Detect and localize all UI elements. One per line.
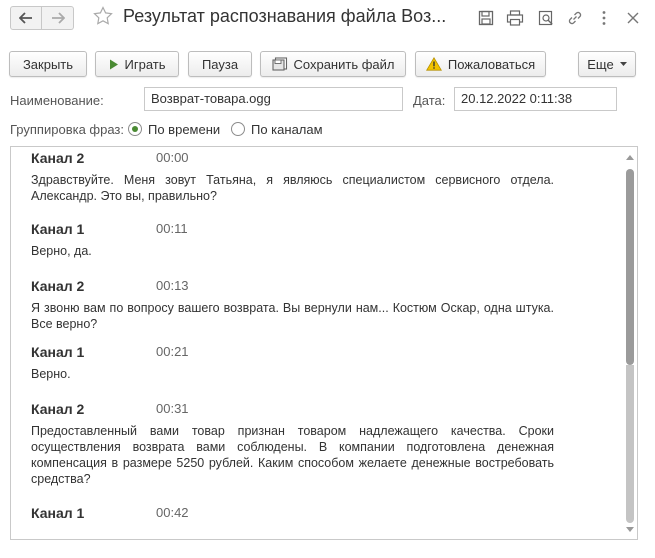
scroll-down-icon[interactable] [626,525,634,533]
arrow-right-icon [51,12,65,24]
command-bar: Закрыть Играть Пауза Сохранить файл Пожа… [0,51,655,77]
timestamp: 00:13 [156,278,189,293]
timestamp: 00:11 [156,221,188,236]
name-label: Наименование: [10,93,104,108]
channel-name: Канал 2 [31,401,85,417]
channel-name: Канал 2 [31,150,85,166]
grouping-row: Группировка фраз: По времени По каналам [0,120,655,140]
pause-button[interactable]: Пауза [188,51,252,77]
radio-by-time[interactable] [128,122,142,136]
channel-name: Канал 1 [31,221,85,237]
pause-button-label: Пауза [201,56,239,72]
close-button-label: Закрыть [22,56,74,72]
radio-by-time-label[interactable]: По времени [148,122,220,137]
channel-name: Канал 1 [31,344,85,360]
back-button[interactable] [10,6,42,30]
transcript-panel[interactable]: Канал 2 00:00 Здравствуйте. Меня зовут Т… [10,146,638,540]
phrase-text: Я звоню вам по вопросу вашего возврата. … [31,301,554,331]
phrase-text: Верно, да. [31,244,92,258]
window-title: Результат распознавания файла Воз... [123,6,447,26]
save-file-icon [271,57,287,71]
scrollbar-thumb[interactable] [626,169,634,365]
link-icon[interactable] [566,9,584,27]
date-field[interactable]: 20.12.2022 0:11:38 [454,87,617,111]
chevron-down-icon [619,61,627,66]
channel-name: Канал 1 [31,505,85,521]
more-button-label: Еще [587,56,614,72]
warning-icon [425,57,442,71]
complain-button-label: Пожаловаться [447,56,536,72]
phrase-text: Здравствуйте. Меня зовут Татьяна, я явля… [31,173,554,203]
vertical-scrollbar[interactable] [623,147,637,539]
arrow-left-icon [19,12,32,24]
play-button[interactable]: Играть [95,51,179,77]
preview-search-icon[interactable] [537,9,555,27]
play-button-label: Играть [124,56,166,72]
scrollbar-track-lower[interactable] [626,365,634,523]
phrase-text: Верно. [31,367,71,381]
name-field[interactable]: Возврат-товара.ogg [144,87,403,111]
close-icon[interactable] [624,9,642,27]
title-bar: Результат распознавания файла Воз... [0,0,655,38]
forward-button[interactable] [42,6,74,30]
save-file-button-label: Сохранить файл [293,56,395,72]
radio-by-channel-label[interactable]: По каналам [251,122,323,137]
save-file-button[interactable]: Сохранить файл [260,51,406,77]
timestamp: 00:00 [156,150,189,165]
play-icon [109,59,118,69]
phrase-text: Предоставленный вами товар признан товар… [31,424,554,486]
complain-button[interactable]: Пожаловаться [415,51,546,77]
timestamp: 00:42 [156,505,189,520]
save-icon[interactable] [477,9,495,27]
date-label: Дата: [413,93,446,108]
channel-name: Канал 2 [31,278,85,294]
timestamp: 00:21 [156,344,189,359]
print-icon[interactable] [506,9,524,27]
more-dropdown-button[interactable]: Еще [578,51,636,77]
more-menu-icon[interactable] [595,9,613,27]
timestamp: 00:31 [156,401,189,416]
grouping-label: Группировка фраз: [10,122,124,137]
scroll-up-icon[interactable] [626,153,634,161]
favorite-star-icon[interactable] [93,6,113,29]
close-button[interactable]: Закрыть [9,51,87,77]
radio-by-channel[interactable] [231,122,245,136]
